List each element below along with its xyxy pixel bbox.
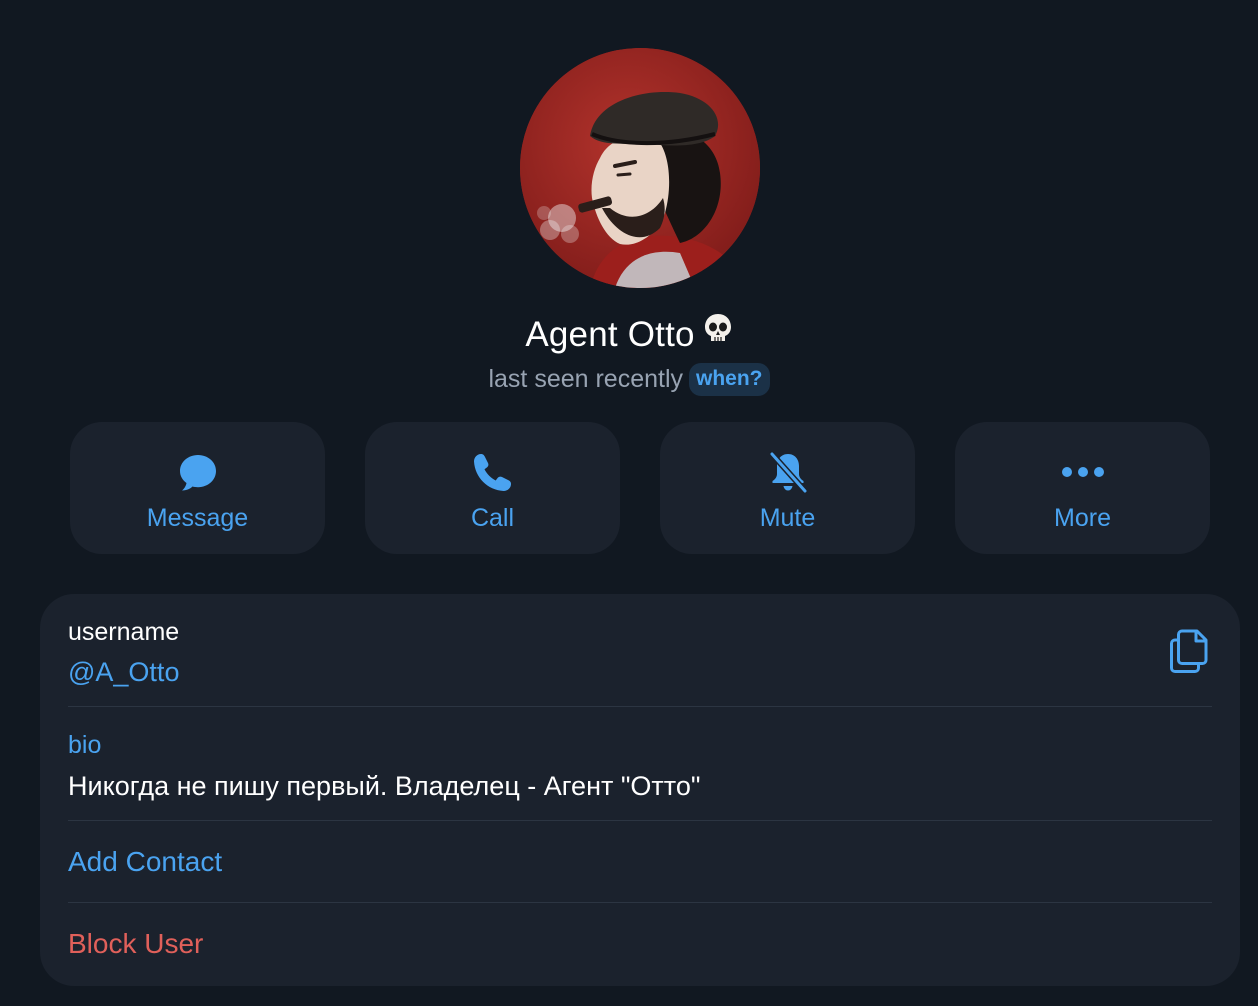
more-button-label: More [1054, 504, 1111, 532]
block-user-button[interactable]: Block User [68, 927, 203, 961]
last-seen-status: last seen recently [488, 365, 684, 393]
mute-button-label: Mute [759, 504, 816, 532]
info-card: username @A_Otto bio Никогда не пишу пер… [40, 594, 1240, 986]
when-badge[interactable]: when? [689, 363, 770, 396]
skull-icon [703, 310, 733, 356]
message-button-label: Message [146, 504, 249, 532]
call-button[interactable]: Call [365, 422, 620, 554]
profile-page: Agent Otto last seen recently when? Messa… [0, 0, 1258, 1006]
more-dots-icon [955, 450, 1210, 494]
call-button-label: Call [470, 504, 515, 532]
username-label: username [68, 618, 180, 646]
more-button[interactable]: More [955, 422, 1210, 554]
bio-label: bio [68, 731, 102, 759]
divider [68, 820, 1212, 821]
avatar[interactable] [520, 48, 760, 288]
message-bubble-icon [70, 450, 325, 494]
divider [68, 902, 1212, 903]
add-contact-button[interactable]: Add Contact [68, 845, 222, 879]
username-value[interactable]: @A_Otto [68, 655, 179, 689]
divider [68, 706, 1212, 707]
profile-name-row: Agent Otto [0, 312, 1258, 358]
profile-name: Agent Otto [525, 315, 695, 354]
bell-muted-icon [660, 450, 915, 494]
bio-value: Никогда не пишу первый. Владелец - Агент… [68, 771, 701, 801]
phone-icon [365, 450, 620, 494]
action-buttons: Message Call Mute More [70, 422, 1210, 554]
copy-icon[interactable] [1168, 628, 1212, 674]
mute-button[interactable]: Mute [660, 422, 915, 554]
message-button[interactable]: Message [70, 422, 325, 554]
status-row: last seen recently when? [0, 361, 1258, 397]
